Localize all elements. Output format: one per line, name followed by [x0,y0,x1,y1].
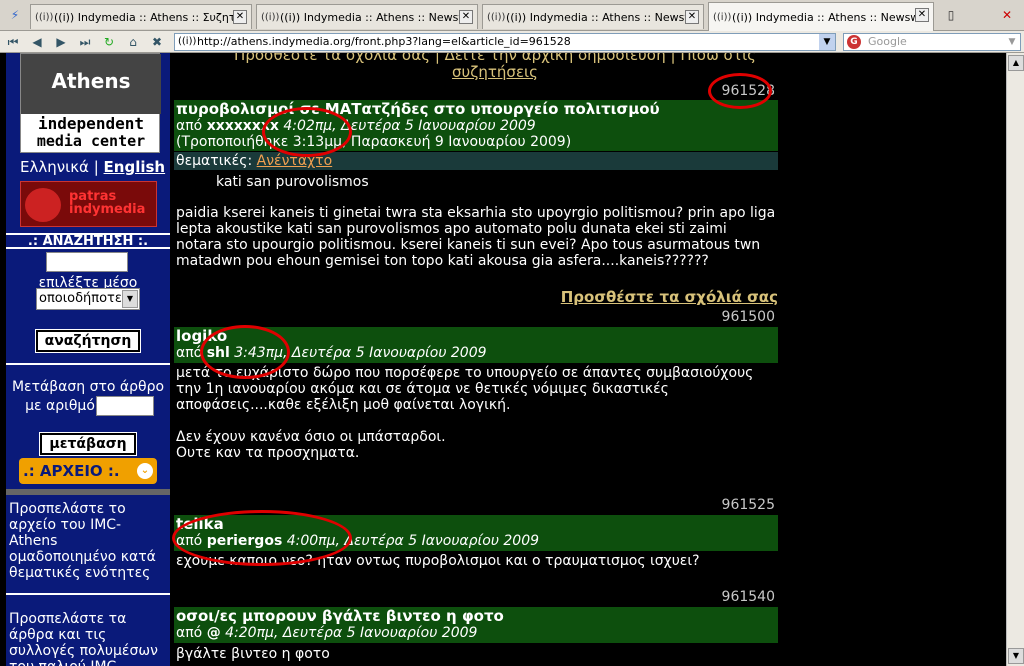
archive-title: .: ΑΡΧΕΙΟ :. [23,462,120,480]
article-header: οσοι/ες μπορουν βγάλτε βιντεο η φοτο από… [174,607,778,643]
patras-logo-icon [25,188,61,222]
tab-1[interactable]: ((i)) ((i)) Indymedia :: Athens :: Συζητ… [30,4,252,29]
sidebar: Athens independent media center Ελληνικά… [6,53,170,666]
archive-link-text[interactable]: Προσπελάστε το αρχείο του IMC-Athens ομα… [9,501,167,581]
lightning-icon[interactable]: ⚡ [6,6,24,24]
indymedia-icon: ((i)) [261,11,280,23]
article-number: 961500 [721,309,775,325]
article-body: βγάλτε βιντεο η φοτο [176,646,330,662]
close-icon[interactable]: ✕ [459,10,473,24]
search-section-title: .: ΑΝΑΖΗΤΗΣΗ :. [6,233,170,249]
chevron-down-icon[interactable]: ▼ [122,290,138,308]
tab-label: ((i)) Indymedia :: Athens :: Newsw... [280,10,464,24]
scroll-up-icon[interactable]: ▲ [1008,55,1024,71]
tab-2[interactable]: ((i)) ((i)) Indymedia :: Athens :: Newsw… [256,4,478,29]
article-title: οσοι/ες μπορουν βγάλτε βιντεο η φοτο [176,607,504,625]
close-icon[interactable]: ✕ [233,10,247,24]
google-icon: G [847,35,861,49]
top-links-line2[interactable]: συζητήσεις [210,64,780,81]
stop-icon[interactable]: ✖ [148,33,166,51]
search-placeholder: Google [868,35,907,48]
article-title: πυροβολισμοί σε ΜΑΤατζήδες στο υπουργείο… [176,100,660,118]
tab-bar: ⚡ ((i)) ((i)) Indymedia :: Athens :: Συζ… [0,0,1024,31]
close-icon[interactable]: ✕ [685,10,699,24]
lang-english-link[interactable]: English [104,158,166,176]
site-icon: ((i)) [178,36,197,47]
navigation-toolbar: ⏮ ◀ ▶ ⏭ ↻ ⌂ ✖ ((i)) http://athens.indyme… [0,31,1024,53]
forward-arrow-icon[interactable]: ▶ [52,33,70,51]
article-meta: από @ 4:20πμ, Δευτέρα 5 Ιανουαρίου 2009 [176,625,778,641]
article-number: 961525 [721,497,775,513]
imc-logo[interactable]: Athens independent media center [20,53,161,153]
reload-icon[interactable]: ↻ [100,33,118,51]
old-imc-link-text[interactable]: Προσπελάστε τα άρθρα και τις συλλογές πο… [9,611,167,666]
back-arrow-icon[interactable]: ◀ [28,33,46,51]
scroll-down-icon[interactable]: ▼ [1008,648,1024,664]
chevron-down-icon[interactable]: ▼ [819,34,835,50]
lang-separator: | [93,158,99,176]
url-field[interactable]: ((i)) http://athens.indymedia.org/front.… [174,33,836,51]
topic-label: θεματικές: [176,153,253,169]
lang-greek-link[interactable]: Ελληνικά [20,158,89,176]
medium-select[interactable]: οποιοδήποτε ▼ [36,288,140,310]
patras-label: patras indymedia [69,189,146,217]
annotation-circle [172,510,352,566]
search-input[interactable]: G Google ▼ [843,33,1021,51]
annotation-circle [200,325,290,379]
archive-section-title[interactable]: .: ΑΡΧΕΙΟ :. ⌄ [19,458,157,484]
article-body: Ουτε καν τα προσχηματα. [176,445,360,461]
chevron-down-icon[interactable]: ⌄ [137,463,153,479]
search-button[interactable]: αναζήτηση [35,329,141,353]
logo-line1: independent [38,114,144,133]
scrollbar[interactable]: ▲ ▼ [1006,53,1024,666]
patras-indymedia-banner[interactable]: patras indymedia [20,181,157,227]
home-icon[interactable]: ⌂ [124,33,142,51]
article-number-input[interactable] [96,396,154,416]
tab-label: ((i)) Indymedia :: Athens :: Συζητή... [54,10,238,24]
goto-number-label: με αριθμό [25,398,95,414]
close-icon[interactable]: ✕ [998,6,1016,24]
by-label: από [176,118,203,134]
top-links: Προσθέστε τα σχόλιά σας | Δείτε την αρχι… [210,53,780,81]
forward-end-icon[interactable]: ⏭ [76,33,94,51]
article-summary: kati san purovolismos [216,174,369,190]
divider [6,593,170,595]
divider [6,489,170,495]
topic-bar: θεματικές: Ανένταχτο [174,152,778,170]
annotation-circle [262,107,352,157]
author: @ [206,625,221,641]
page-content: Athens independent media center Ελληνικά… [0,53,1006,666]
by-label: από [176,625,203,641]
logo-city: Athens [21,54,161,114]
back-icon[interactable]: ⏮ [4,33,22,51]
goto-label: Μετάβαση στο άρθρο [11,379,165,395]
indymedia-icon: ((i)) [713,11,732,23]
article-date: 4:20πμ, Δευτέρα 5 Ιανουαρίου 2009 [225,625,478,641]
new-tab-icon[interactable]: ▯ [942,6,960,24]
medium-select-value: οποιοδήποτε [39,291,122,306]
goto-button[interactable]: μετάβαση [39,432,137,456]
tab-4-active[interactable]: ((i)) ((i)) Indymedia :: Athens :: Newsw… [708,2,934,31]
annotation-circle [708,73,772,109]
indymedia-icon: ((i)) [35,11,54,23]
article-body: paidia kserei kaneis ti ginetai twra sta… [176,205,776,269]
add-comment-link[interactable]: Προσθέστε τα σχόλιά σας [561,288,778,306]
url-text: http://athens.indymedia.org/front.php3?l… [197,35,571,48]
article-number: 961540 [721,589,775,605]
indymedia-icon: ((i)) [487,11,506,23]
tab-3[interactable]: ((i)) ((i)) Indymedia :: Athens :: Newsw… [482,4,704,29]
article-body: Δεν έχουν κανένα όσιο οι μπάσταρδοι. [176,429,446,445]
tab-label: ((i)) Indymedia :: Athens :: Newsw... [506,10,690,24]
language-switch: Ελληνικά | English [20,158,170,176]
close-icon[interactable]: ✕ [915,8,929,22]
tab-label: ((i)) Indymedia :: Athens :: Newsw... [732,10,916,24]
search-input[interactable] [46,252,128,272]
logo-line2: media center [36,132,146,150]
divider [6,363,170,365]
chevron-down-icon[interactable]: ▼ [1004,34,1020,50]
by-label: από [176,345,203,361]
